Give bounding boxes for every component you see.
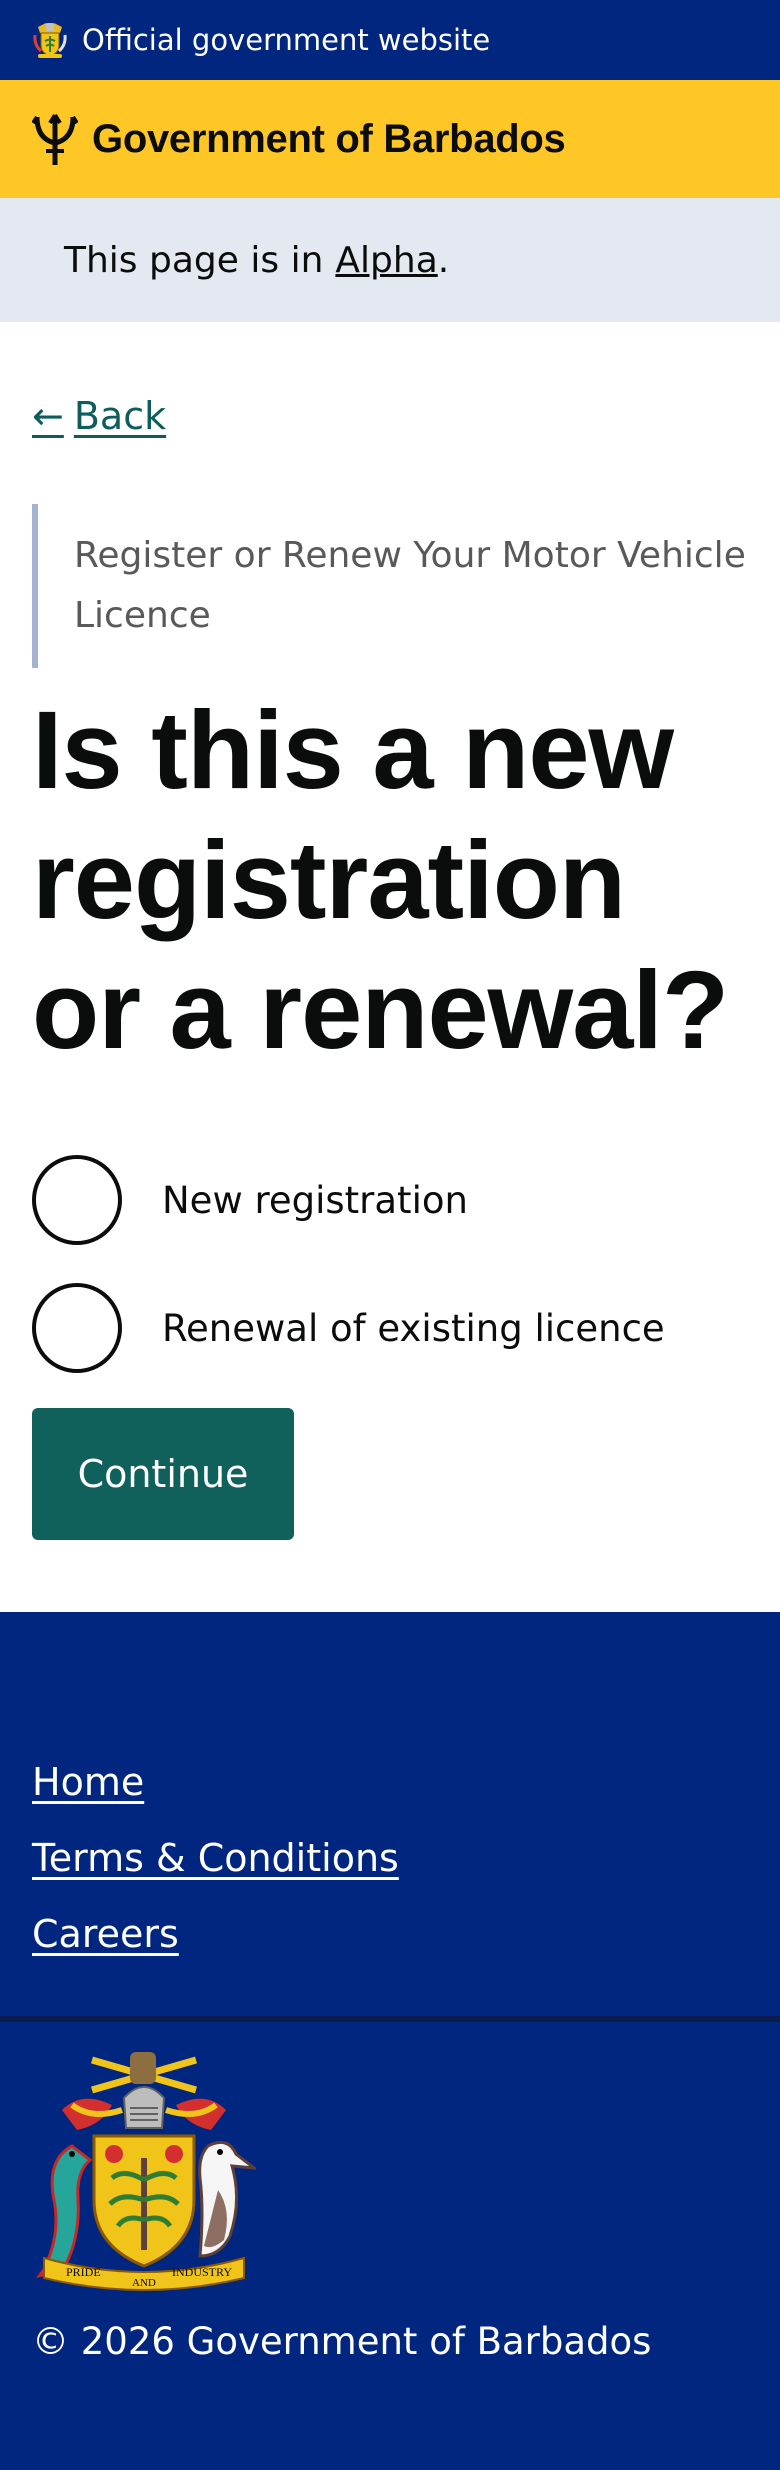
coat-of-arms-icon: [33, 23, 67, 58]
radio-button[interactable]: [32, 1155, 122, 1245]
footer-nav: Home Terms & Conditions Careers: [0, 1612, 780, 1988]
site-footer: Home Terms & Conditions Careers PRIDE AN…: [0, 1612, 780, 2470]
radio-button[interactable]: [32, 1283, 122, 1373]
radio-label: Renewal of existing licence: [162, 1306, 665, 1350]
coat-motto-left: PRIDE: [66, 2265, 101, 2279]
page-title: Is this a new registration or a renewal?: [32, 689, 729, 1072]
footer-link-terms[interactable]: Terms & Conditions: [32, 1836, 748, 1912]
back-arrow-icon: ←: [32, 394, 64, 438]
coat-of-arms-icon: PRIDE AND INDUSTRY: [36, 2052, 256, 2291]
official-site-text: Official government website: [82, 23, 491, 57]
radio-new-registration[interactable]: New registration: [32, 1152, 748, 1248]
trident-logo-icon: [32, 113, 78, 165]
footer-link-careers[interactable]: Careers: [32, 1912, 748, 1988]
coat-motto-center: AND: [132, 2277, 156, 2289]
registration-type-radios: New registration Renewal of existing lic…: [32, 1152, 748, 1376]
radio-label: New registration: [162, 1178, 468, 1222]
coat-motto-right: INDUSTRY: [172, 2265, 232, 2279]
back-label: Back: [73, 394, 167, 438]
service-caption: Register or Renew Your Motor Vehicle Lic…: [32, 504, 748, 668]
continue-button[interactable]: Continue: [32, 1408, 294, 1540]
phase-banner: This page is in Alpha.: [0, 198, 780, 322]
official-site-banner: Official government website: [0, 0, 780, 80]
phase-prefix: This page is in: [64, 239, 324, 281]
phase-suffix: .: [437, 239, 450, 281]
radio-renewal[interactable]: Renewal of existing licence: [32, 1280, 748, 1376]
footer-link-home[interactable]: Home: [32, 1760, 748, 1836]
brand-home-link[interactable]: Government of Barbados: [92, 117, 566, 162]
footer-divider: [0, 2016, 780, 2022]
brand-header: Government of Barbados: [0, 80, 780, 198]
back-link[interactable]: ← Back: [32, 394, 166, 438]
phase-alpha-link[interactable]: Alpha: [335, 240, 437, 281]
main-content: ← Back Register or Renew Your Motor Vehi…: [0, 322, 780, 1540]
copyright-text: © 2026 Government of Barbados: [32, 2320, 652, 2363]
